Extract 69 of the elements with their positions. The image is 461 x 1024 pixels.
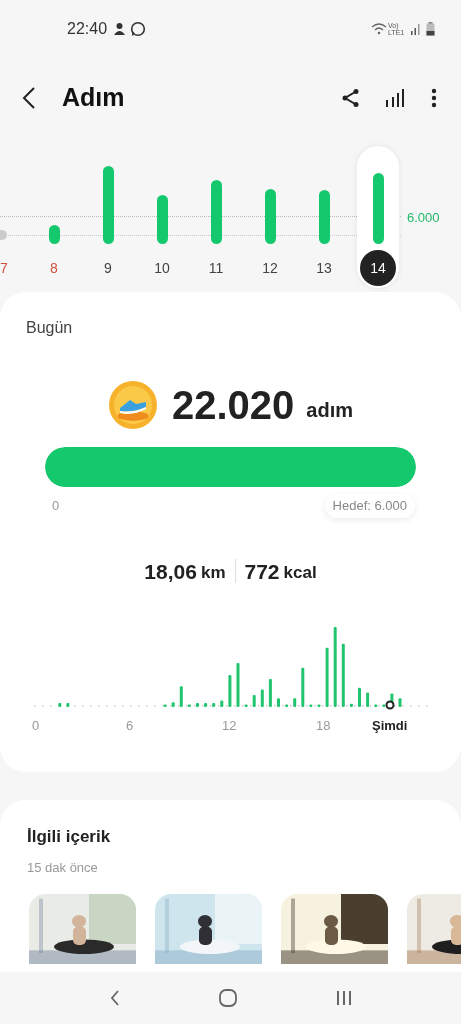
hourly-bar <box>300 667 304 707</box>
back-nav-icon[interactable] <box>109 990 120 1006</box>
hourly-bar <box>381 704 385 707</box>
hourly-bar <box>398 698 401 707</box>
day-label[interactable]: 11 <box>198 250 234 286</box>
hourly-bar <box>236 663 239 707</box>
hour-axis-label: Şimdi <box>372 717 408 735</box>
bar-chart-icon[interactable] <box>385 88 405 108</box>
hourly-bar <box>268 679 272 707</box>
hourly-bar <box>276 698 280 707</box>
hourly-bar <box>349 703 353 707</box>
day-label[interactable]: 9 <box>90 250 126 286</box>
chat-icon <box>130 21 147 37</box>
hourly-bar <box>357 687 361 707</box>
hourly-bar <box>227 675 231 707</box>
hour-axis-label: 6 <box>126 717 134 735</box>
step-unit: adım <box>306 398 353 423</box>
section-title: İlgili içerik <box>26 826 112 848</box>
hourly-bar <box>203 703 207 707</box>
hourly-bar <box>365 692 369 707</box>
share-icon[interactable] <box>341 88 361 108</box>
recent-apps-icon[interactable] <box>335 990 352 1006</box>
section-subtitle: 15 dak önce <box>26 858 99 877</box>
stat-unit: km <box>200 561 226 584</box>
shoe-badge-icon <box>108 380 158 430</box>
hourly-bar <box>308 704 312 707</box>
hourly-bar <box>211 703 215 707</box>
more-options-icon[interactable] <box>431 88 437 108</box>
hourly-bar <box>219 700 223 707</box>
hourly-bar <box>260 689 264 707</box>
hourly-bar <box>252 695 256 707</box>
hour-axis-label: 18 <box>316 717 331 735</box>
status-time: 22:40 <box>67 19 108 39</box>
day-label[interactable]: 7 <box>0 250 14 286</box>
stat-value: 18,06 <box>144 558 197 585</box>
day-label[interactable]: 13 <box>306 250 342 286</box>
hourly-bar <box>292 698 296 707</box>
hourly-bar <box>187 704 191 707</box>
hourly-bar <box>195 703 199 707</box>
page-title: Adım <box>62 82 125 114</box>
day-label[interactable]: 8 <box>36 250 72 286</box>
wifi-icon <box>371 23 387 35</box>
hourly-bar <box>163 704 167 707</box>
hour-axis-label: 0 <box>32 717 40 735</box>
hourly-bar <box>57 703 61 707</box>
stat-unit: kcal <box>283 561 317 584</box>
hourly-bar <box>284 704 288 707</box>
goal-label: Hedef: 6.000 <box>324 494 415 518</box>
step-count: 22.020 <box>172 385 295 425</box>
now-marker <box>385 700 394 710</box>
hour-axis-label: 12 <box>222 717 237 735</box>
hourly-bar <box>341 643 345 707</box>
hourly-bar <box>317 704 320 707</box>
battery-icon <box>426 22 435 36</box>
progress-start-label: 0 <box>52 497 60 515</box>
hourly-bar <box>244 704 248 707</box>
day-label[interactable]: 10 <box>144 250 180 286</box>
hourly-bar <box>171 702 175 707</box>
hourly-bar <box>179 686 183 707</box>
hourly-bar <box>325 647 329 707</box>
day-label[interactable]: 12 <box>252 250 288 286</box>
hourly-bar <box>373 704 377 707</box>
signal-icon <box>410 23 422 35</box>
stat-value: 772 <box>244 558 280 585</box>
card-title: Bugün <box>25 318 74 338</box>
goal-label: 6.000 <box>407 209 440 227</box>
notification-icon <box>113 22 127 36</box>
home-nav-icon[interactable] <box>218 989 237 1007</box>
hourly-bar <box>65 703 69 707</box>
